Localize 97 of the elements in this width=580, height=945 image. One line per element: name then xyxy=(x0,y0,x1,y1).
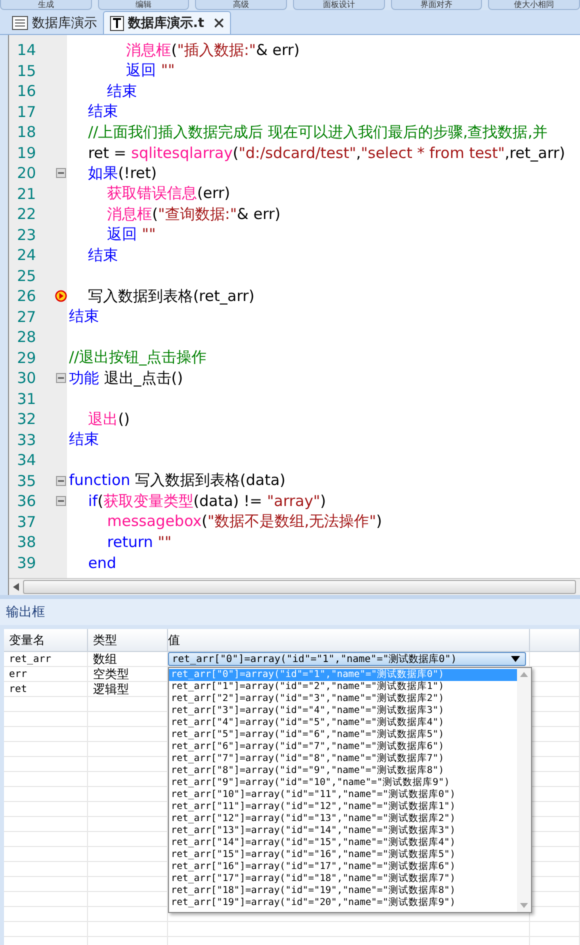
code-line: 获取错误信息(err) xyxy=(106,184,230,204)
code-line: //上面我们插入数据完成后 现在可以进入我们最后的步骤,查找数据,并 xyxy=(87,122,548,142)
code-line: 结束 xyxy=(87,102,118,122)
toolbar-button[interactable]: 编辑 xyxy=(98,0,190,10)
line-number: 34 xyxy=(16,451,38,470)
dropdown-option[interactable]: ret_arr["15"]=array("id"="16","name"="测试数据库5") xyxy=(169,849,517,861)
line-number: 27 xyxy=(16,308,38,326)
table-cell: ret_arr xyxy=(4,652,88,666)
value-dropdown[interactable]: ret_arr["0"]=array("id"="1","name"="测试数据库0") xyxy=(168,652,526,666)
line-number: 29 xyxy=(16,348,38,367)
dropdown-option[interactable]: ret_arr["6"]=array("id"="7","name"="测试数据库6") xyxy=(169,741,517,753)
code-line: 功能 退出_点击() xyxy=(68,368,183,388)
code-line: 消息框("查询数据:"& err) xyxy=(106,204,280,224)
code-line: messagebox("数据不是数组,无法操作") xyxy=(106,512,382,532)
line-number: 28 xyxy=(16,328,38,346)
toolbar-button[interactable]: 界面对齐 xyxy=(390,0,482,10)
line-number: 26 xyxy=(16,287,38,306)
code-line: if(获取变量类型(data) != "array") xyxy=(87,492,326,511)
line-number: 33 xyxy=(16,430,38,449)
form-icon xyxy=(12,16,28,30)
line-number: 18 xyxy=(16,123,38,142)
dropdown-option[interactable]: ret_arr["19"]=array("id"="20","name"="测试数据库9") xyxy=(169,897,517,909)
code-line: function 写入数据到表格(data) xyxy=(68,471,286,490)
dropdown-option[interactable]: ret_arr["3"]=array("id"="4","name"="测试数据库3") xyxy=(169,705,517,717)
collapse-icon[interactable] xyxy=(56,496,66,506)
dropdown-option[interactable]: ret_arr["9"]=array("id"="10","name"="测试数据库9") xyxy=(169,777,517,789)
code-line: return "" xyxy=(106,533,172,552)
scrollbar-thumb[interactable] xyxy=(23,580,576,594)
code-line: 结束 xyxy=(68,430,99,450)
code-line: 写入数据到表格(ret_arr) xyxy=(87,286,254,306)
line-number: 14 xyxy=(16,41,38,60)
panel-title: 输出框 xyxy=(6,604,45,621)
file-tab[interactable]: 数据库演示.t xyxy=(103,11,232,34)
collapse-icon[interactable] xyxy=(56,476,66,486)
code-line: 消息框("插入数据:"& err) xyxy=(125,40,300,60)
line-number: 36 xyxy=(16,492,38,510)
dropdown-option[interactable]: ret_arr["11"]=array("id"="12","name"="测试数据库1") xyxy=(169,801,517,813)
line-number: 17 xyxy=(16,102,38,121)
close-icon[interactable] xyxy=(214,18,224,28)
column-header[interactable]: 类型 xyxy=(88,629,168,651)
text-file-icon xyxy=(110,16,124,30)
table-cell: err xyxy=(4,667,88,681)
dropdown-option[interactable]: ret_arr["5"]=array("id"="6","name"="测试数据库5") xyxy=(169,729,517,741)
scroll-left-icon[interactable] xyxy=(13,583,19,591)
code-line: 结束 xyxy=(106,82,138,101)
toolbar-button[interactable]: 面板设计 xyxy=(293,0,385,10)
toolbar-button[interactable]: 高级 xyxy=(195,0,288,10)
dropdown-option[interactable]: ret_arr["2"]=array("id"="3","name"="测试数据库2") xyxy=(169,693,517,705)
line-number: 16 xyxy=(16,82,38,100)
line-number: 35 xyxy=(16,472,38,490)
dropdown-option[interactable]: ret_arr["12"]=array("id"="13","name"="测试数据库2") xyxy=(169,813,517,825)
code-line: 结束 xyxy=(68,307,99,326)
line-number: 38 xyxy=(16,533,38,552)
horizontal-scrollbar[interactable] xyxy=(9,578,580,595)
line-number: 25 xyxy=(16,266,38,285)
column-header[interactable]: 值 xyxy=(168,629,530,651)
table-cell: ret xyxy=(4,682,88,696)
line-number: 37 xyxy=(16,512,38,531)
column-header[interactable]: 变量名 xyxy=(4,629,88,651)
line-number: 15 xyxy=(16,62,38,80)
code-line: //退出按钮_点击操作 xyxy=(68,348,207,368)
line-number: 24 xyxy=(16,246,38,264)
table-cell: 逻辑型 xyxy=(88,682,168,696)
line-number: 19 xyxy=(16,144,38,162)
toolbar-button[interactable]: 使大小相同 xyxy=(488,0,580,10)
dropdown-option[interactable]: ret_arr["8"]=array("id"="9","name"="测试数据库8") xyxy=(169,765,517,777)
table-cell: 空类型 xyxy=(88,667,168,681)
dropdown-option[interactable]: ret_arr["7"]=array("id"="8","name"="测试数据库7") xyxy=(169,753,517,765)
line-number: 23 xyxy=(16,226,38,244)
code-line: 返回 "" xyxy=(106,225,156,244)
file-tab[interactable]: 数据库演示 xyxy=(6,12,103,34)
dropdown-option[interactable]: ret_arr["17"]=array("id"="18","name"="测试数据库7") xyxy=(169,873,517,885)
caret-icon xyxy=(511,656,520,662)
code-editor[interactable] xyxy=(8,35,580,595)
dropdown-option[interactable]: ret_arr["13"]=array("id"="14","name"="测试数据库3") xyxy=(169,825,517,837)
dropdown-option[interactable]: ret_arr["16"]=array("id"="17","name"="测试数据库6") xyxy=(169,861,517,873)
line-number: 22 xyxy=(16,205,38,224)
code-line: 如果(!ret) xyxy=(87,164,157,183)
line-number: 30 xyxy=(16,369,38,388)
dropdown-option[interactable]: ret_arr["10"]=array("id"="11","name"="测试数据库0") xyxy=(169,789,517,801)
line-number: 32 xyxy=(16,410,38,428)
dropdown-option[interactable]: ret_arr["1"]=array("id"="2","name"="测试数据库1") xyxy=(169,681,517,693)
line-number: 21 xyxy=(16,184,38,203)
code-line: 退出() xyxy=(87,410,130,429)
line-number: 39 xyxy=(16,554,38,572)
code-line: 结束 xyxy=(87,246,118,265)
code-line: end xyxy=(87,554,116,572)
code-line: ret = sqlitesqlarray("d:/sdcard/test","select * from test",ret_arr) xyxy=(87,144,566,162)
collapse-icon[interactable] xyxy=(56,168,66,178)
dropdown-option[interactable]: ret_arr["4"]=array("id"="5","name"="测试数据库4") xyxy=(169,717,517,729)
toolbar-button[interactable]: 生成 xyxy=(0,0,92,10)
collapse-icon[interactable] xyxy=(56,373,66,384)
dropdown-option[interactable]: ret_arr["14"]=array("id"="15","name"="测试数据库4") xyxy=(169,837,517,849)
code-line: 返回 "" xyxy=(125,61,175,80)
dropdown-option[interactable]: ret_arr["18"]=array("id"="19","name"="测试数据库8") xyxy=(169,885,517,897)
line-number: 31 xyxy=(16,390,38,408)
line-number: 20 xyxy=(16,164,38,182)
